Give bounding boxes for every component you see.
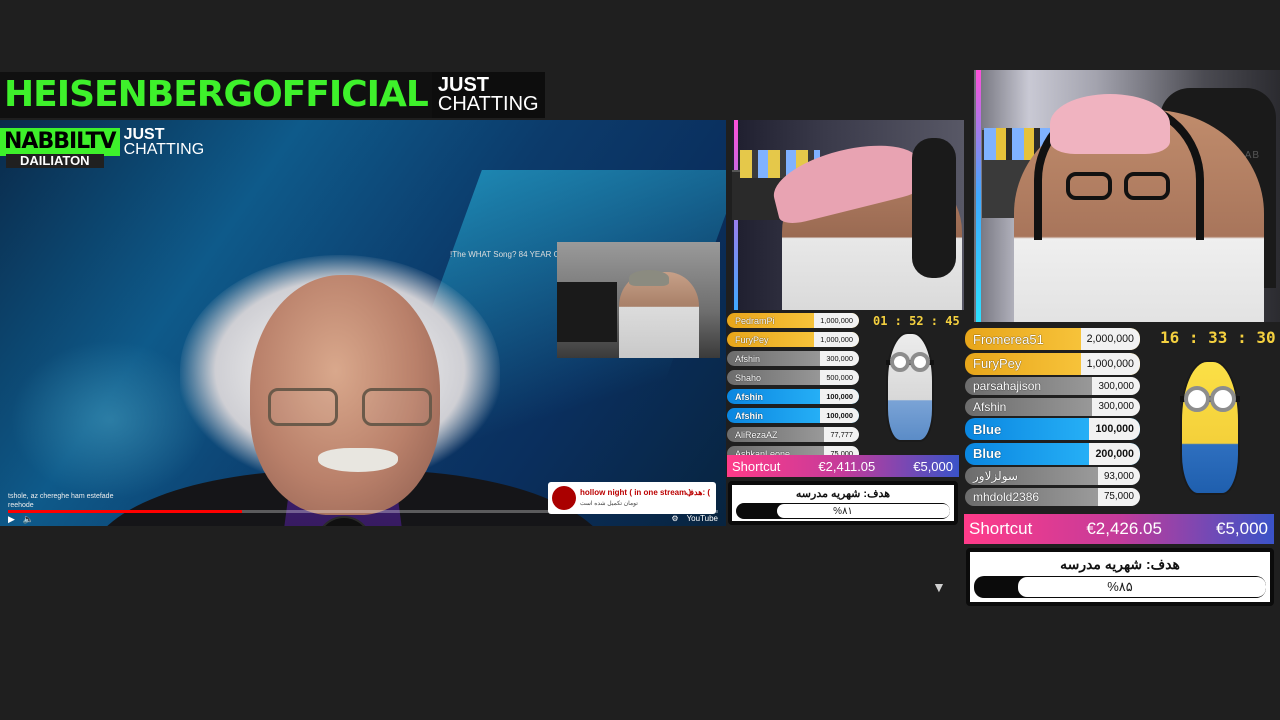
shortcut-raised: €2,426.05 <box>1086 519 1162 538</box>
donor-name: Afshin <box>973 399 1007 414</box>
donor-amount: 1,000,000 <box>820 316 853 325</box>
donor-amount: 200,000 <box>1095 447 1134 460</box>
donor-amount: 100,000 <box>826 411 853 420</box>
streamer-cam-middle <box>732 120 964 310</box>
record-icon <box>552 486 576 510</box>
donor-name: FuryPey <box>735 334 769 345</box>
leaderboard-row: mhdold2386 75,000 <box>965 487 1140 506</box>
goal-progress-bar: %۸۵ <box>974 576 1266 598</box>
donor-name: Shaho <box>735 372 762 383</box>
goal-widget: هدف: شهریه مدرسه %۸۵ <box>966 548 1274 606</box>
donor-amount: 100,000 <box>826 392 853 401</box>
caption-text: tshole, az chereghe ham estefade reehode <box>8 493 114 509</box>
guest-moustache <box>318 448 398 472</box>
donor-amount: 100,000 <box>1095 423 1134 435</box>
shortcut-goal: €5,000 <box>1216 519 1268 538</box>
leaderboard-row: Afshin 300,000 <box>965 397 1140 416</box>
leaderboard-row: FuryPey 1,000,000 <box>965 352 1140 375</box>
leaderboard-row: سولزلاور 93,000 <box>965 467 1140 485</box>
minion-mascot <box>1180 360 1240 495</box>
donation-goal: هدف: ( <box>685 488 710 497</box>
video-title: !The WHAT Song? 84 YEAR OL <box>450 250 565 259</box>
goal-label: هدف: شهریه مدرسه <box>795 488 891 500</box>
goal-percent: %۸۵ <box>1107 579 1133 594</box>
donor-name: Afshin <box>735 353 761 364</box>
donor-amount: 93,000 <box>1103 470 1134 482</box>
channel-header: HEISENBERGOFFICIAL JUST CHATTING <box>0 72 545 118</box>
leaderboard-row: Shaho 500,000 <box>727 370 859 385</box>
donor-name: Fromerea51 <box>973 331 1044 347</box>
donor-amount: 300,000 <box>826 354 853 363</box>
stream-timer: 01 : 52 : 45 <box>873 314 960 328</box>
shortcut-label: Shortcut <box>732 458 781 474</box>
leaderboard-row: FuryPey 1,000,000 <box>727 332 859 347</box>
leaderboard-row: Afshin 300,000 <box>727 351 859 366</box>
donor-name: Blue <box>973 421 1002 437</box>
goal-percent: %۸۱ <box>833 505 853 517</box>
category-label: JUST CHATTING <box>431 72 545 118</box>
minion-mascot <box>886 332 934 442</box>
donation-shortcut-bar: Shortcut €2,411.05 €5,000 <box>727 455 959 477</box>
goal-widget: هدف: شهریه مدرسه %۸۱ <box>728 481 958 525</box>
donor-name: Afshin <box>735 391 763 402</box>
shortcut-goal: €5,000 <box>913 458 953 474</box>
streamer-inset-cam <box>557 242 720 358</box>
donor-name: FuryPey <box>973 356 1022 371</box>
channel-name: HEISENBERGOFFICIAL <box>0 72 432 118</box>
donor-name: Afshin <box>735 410 763 421</box>
donation-title: hollow night ( in one stream ) <box>580 488 692 497</box>
guest-glasses <box>268 388 438 428</box>
goal-progress-bar: %۸۱ <box>736 503 950 519</box>
donor-amount: 77,777 <box>830 430 853 439</box>
donor-amount: 75,000 <box>1103 491 1134 502</box>
donor-name: Blue <box>973 446 1002 461</box>
leaderboard-row: Fromerea51 2,000,000 <box>965 328 1140 350</box>
donor-leaderboard-middle: PedramPi 1,000,000 FuryPey 1,000,000 Afshin 3… <box>727 313 859 465</box>
donor-leaderboard-right: Fromerea51 2,000,000 FuryPey 1,000,000 parsa… <box>965 328 1140 508</box>
youtube-logo[interactable]: YouTube <box>687 514 718 523</box>
donation-subtitle: تومان تکمیل شده است <box>580 501 638 507</box>
donor-name: mhdold2386 <box>973 489 1040 504</box>
leaderboard-row: Afshin 100,000 <box>727 389 859 404</box>
donor-amount: 300,000 <box>1098 401 1134 412</box>
sub-channel-subtitle: DAILIATON <box>6 154 104 168</box>
donor-name: PedramPi <box>735 315 775 326</box>
leaderboard-row: Blue 200,000 <box>965 442 1140 465</box>
stream-timer: 16 : 33 : 30 <box>1160 328 1276 347</box>
goal-label: هدف: شهریه مدرسه <box>1060 556 1180 572</box>
sub-channel-name: NABBILTV <box>0 128 120 156</box>
donor-amount: 1,000,000 <box>820 335 853 344</box>
donation-alert: hollow night ( in one stream ) تومان تکم… <box>548 482 716 514</box>
streamer-cam-right: SECRET LAB <box>974 70 1280 322</box>
settings-icon[interactable]: ⚙ <box>671 514 678 523</box>
donation-shortcut-bar: Shortcut €2,426.05 €5,000 <box>964 514 1274 544</box>
cursor-icon: ▼ <box>932 579 946 595</box>
donor-name: AliRezaAZ <box>735 429 778 440</box>
leaderboard-row: Afshin 100,000 <box>727 408 859 423</box>
sub-category-label: JUST CHATTING <box>123 126 205 158</box>
donor-name: سولزلاور <box>973 469 1018 483</box>
stream-overlay: 90322 !The WHAT Song? 84 YEAR OL tshole,… <box>0 0 1280 720</box>
shortcut-label: Shortcut <box>969 519 1033 538</box>
leaderboard-row: Blue 100,000 <box>965 418 1140 440</box>
volume-icon[interactable]: 🔈 <box>23 514 34 525</box>
main-video[interactable]: 90322 !The WHAT Song? 84 YEAR OL tshole,… <box>0 120 726 526</box>
donor-amount: 2,000,000 <box>1086 333 1134 345</box>
donor-amount: 1,000,000 <box>1086 357 1134 370</box>
shortcut-raised: €2,411.05 <box>818 458 876 474</box>
donor-amount: 300,000 <box>1098 380 1134 392</box>
play-icon[interactable]: ▶ <box>8 514 15 525</box>
seek-progress <box>8 510 243 513</box>
donor-amount: 500,000 <box>826 373 853 382</box>
leaderboard-row: PedramPi 1,000,000 <box>727 313 859 328</box>
leaderboard-row: parsahajison 300,000 <box>965 377 1140 395</box>
donor-name: parsahajison <box>973 379 1042 393</box>
leaderboard-row: AliRezaAZ 77,777 <box>727 427 859 442</box>
